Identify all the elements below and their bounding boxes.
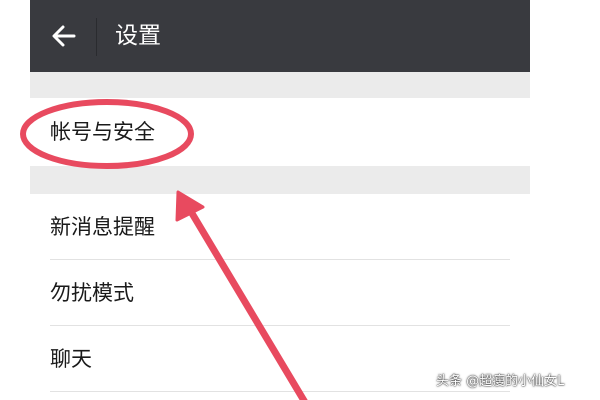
watermark: 头条 @超瘦的小仙女L	[436, 374, 565, 389]
settings-item-label: 勿扰模式	[50, 281, 134, 305]
settings-item-label: 帐号与安全	[50, 120, 155, 144]
arrow-left-icon	[52, 25, 76, 47]
settings-screen: 设置 帐号与安全 新消息提醒 勿扰模式 聊天	[30, 0, 530, 400]
section-gap	[30, 72, 530, 98]
settings-item-account-security[interactable]: 帐号与安全	[30, 98, 530, 166]
settings-item-label: 新消息提醒	[50, 215, 155, 239]
settings-item-new-message-alerts[interactable]: 新消息提醒	[30, 194, 530, 260]
title-divider	[96, 18, 97, 56]
section-gap	[30, 166, 530, 194]
settings-item-do-not-disturb[interactable]: 勿扰模式	[30, 260, 530, 326]
row-divider	[50, 391, 510, 392]
settings-item-label: 聊天	[50, 347, 92, 371]
back-button[interactable]	[38, 0, 90, 72]
page-title: 设置	[115, 23, 161, 49]
screenshot-canvas: 设置 帐号与安全 新消息提醒 勿扰模式 聊天 头条 @超瘦的小仙女L	[0, 0, 600, 400]
title-bar: 设置	[30, 0, 530, 72]
